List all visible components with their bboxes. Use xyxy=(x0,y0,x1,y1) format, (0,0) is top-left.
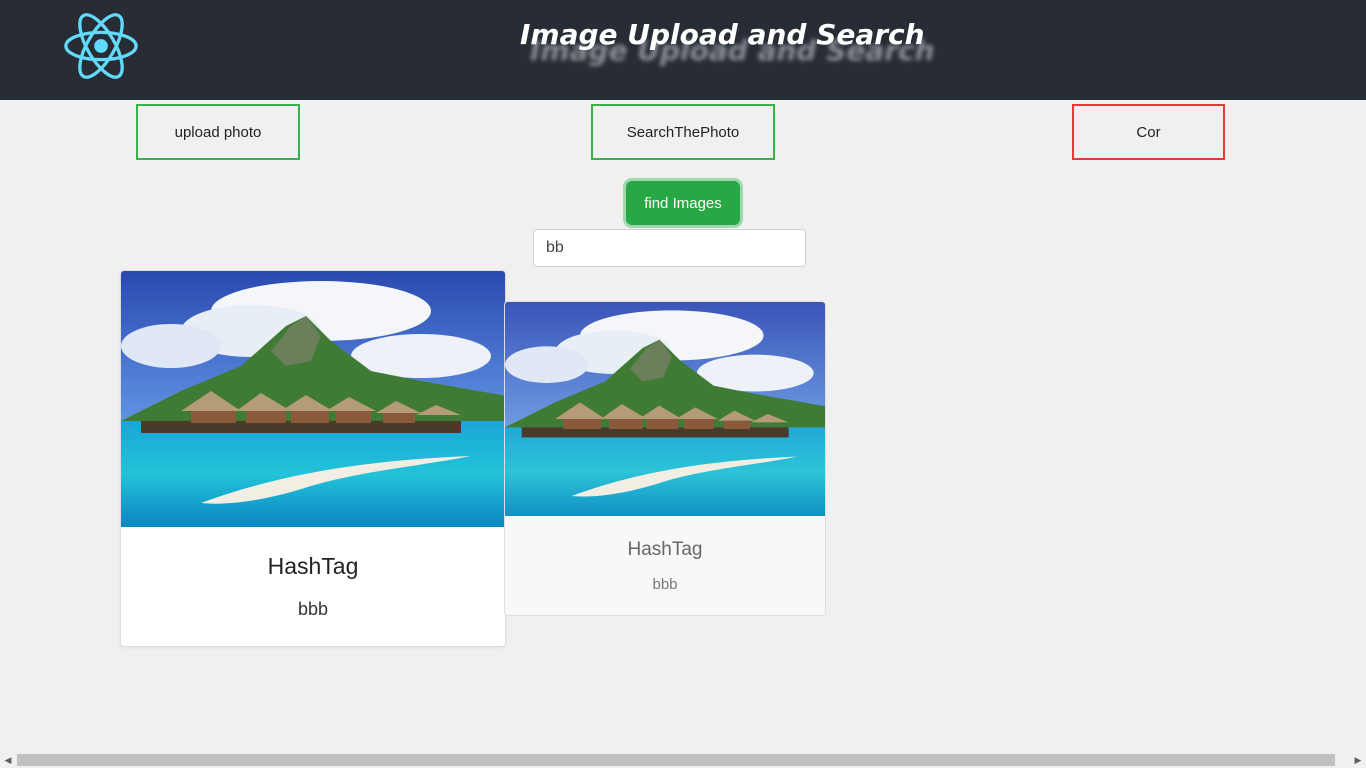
scroll-right-arrow-icon[interactable]: ▶ xyxy=(1351,752,1365,768)
result-card: HashTag bbb xyxy=(120,270,506,647)
search-photo-link[interactable]: SearchThePhoto xyxy=(591,104,775,160)
horizontal-scrollbar[interactable]: ◀ ▶ xyxy=(0,752,1366,768)
beach-photo xyxy=(121,271,505,527)
beach-photo xyxy=(505,302,825,516)
card-title: HashTag xyxy=(267,553,359,579)
upload-photo-link[interactable]: upload photo xyxy=(136,104,300,160)
hashtag-search-input[interactable] xyxy=(533,229,806,267)
page-title: Image Upload and Search Image Upload and… xyxy=(0,0,1366,100)
card-hashtag-text: bbb xyxy=(297,599,329,619)
result-card: HashTag bbb xyxy=(504,301,826,616)
scrollbar-thumb[interactable] xyxy=(17,754,1335,766)
find-images-button[interactable]: find Images xyxy=(626,181,740,225)
cor-link[interactable]: Cor xyxy=(1072,104,1225,160)
scroll-left-arrow-icon[interactable]: ◀ xyxy=(1,752,15,768)
card-hashtag-text: bbb xyxy=(652,576,678,593)
app-header: Image Upload and Search Image Upload and… xyxy=(0,0,1366,100)
page-title-text: Image Upload and Search xyxy=(520,18,925,51)
card-title: HashTag xyxy=(627,539,703,560)
